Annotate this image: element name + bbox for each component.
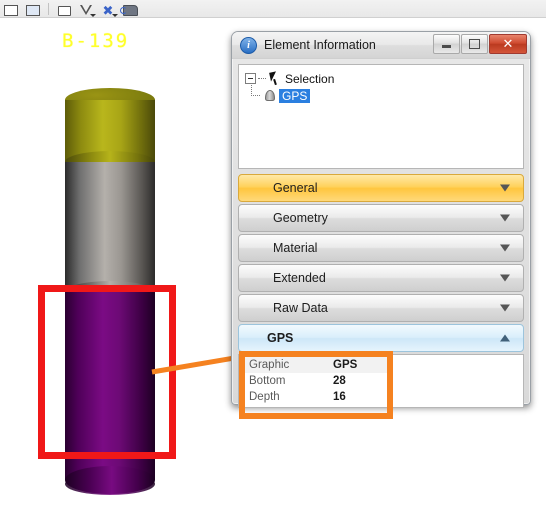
property-accordion: General Geometry Material Extended Raw D… (238, 174, 524, 419)
tree-connector-vertical (251, 85, 260, 96)
camera-view-icon[interactable] (119, 0, 141, 17)
box-select-icon[interactable] (53, 0, 75, 17)
property-value: 16 (333, 391, 346, 403)
property-value: 28 (333, 375, 346, 387)
accordion-label-gps: GPS (267, 331, 294, 345)
gray-segment[interactable] (65, 162, 155, 303)
top-toolbar: ✖ (0, 0, 546, 18)
accordion-section-raw-data[interactable]: Raw Data (238, 294, 524, 322)
dialog-titlebar[interactable]: i Element Information ✕ (232, 32, 530, 59)
tree-connector (258, 77, 266, 80)
tools-cross-icon[interactable]: ✖ (97, 0, 119, 18)
dialog-title: Element Information (264, 38, 376, 52)
minimize-button[interactable] (433, 34, 460, 54)
tree-row-root[interactable]: Selection (245, 70, 517, 87)
accordion-section-material[interactable]: Material (238, 234, 524, 262)
property-key: Graphic (249, 359, 290, 371)
info-icon: i (240, 36, 257, 54)
property-key: Bottom (249, 375, 286, 387)
maximize-button[interactable] (461, 34, 488, 54)
accordion-label-material: Material (273, 241, 318, 255)
table-row[interactable]: Bottom 28 (243, 373, 391, 389)
gray-segment-body (65, 162, 155, 292)
image-icon[interactable] (22, 0, 44, 17)
table-row[interactable]: Depth 16 (243, 389, 391, 405)
accordion-section-extended[interactable]: Extended (238, 264, 524, 292)
tree-row-gps[interactable]: GPS (264, 87, 517, 104)
chevron-down-icon[interactable] (500, 304, 511, 312)
cursor-icon (269, 72, 280, 85)
property-key: Depth (249, 391, 280, 403)
selection-tree[interactable]: Selection GPS (238, 64, 524, 169)
accordion-label-raw-data: Raw Data (273, 301, 328, 315)
filter-funnel-icon[interactable] (75, 0, 97, 17)
toolbar-separator (48, 3, 49, 15)
accordion-section-general[interactable]: General (238, 174, 524, 202)
purple-segment-base (65, 466, 155, 494)
chevron-up-icon[interactable] (500, 334, 511, 342)
accordion-label-extended: Extended (273, 271, 326, 285)
accordion-label-general: General (273, 181, 318, 195)
chevron-down-icon[interactable] (500, 214, 511, 222)
chevron-down-icon[interactable] (500, 274, 511, 282)
tree-root-label: Selection (285, 71, 335, 86)
close-icon[interactable]: ✕ (489, 34, 527, 54)
gps-panel-wrapper: Graphic GPS Bottom 28 Depth 16 (238, 351, 524, 419)
chevron-down-icon[interactable] (500, 244, 511, 252)
cone-object-icon (264, 89, 275, 102)
property-value: GPS (333, 359, 358, 371)
gps-properties-table: Graphic GPS Bottom 28 Depth 16 (243, 357, 391, 405)
accordion-section-gps[interactable]: GPS (238, 324, 524, 352)
tree-item-gps-label: GPS (279, 88, 311, 103)
window-icon[interactable] (0, 0, 22, 17)
dialog-body: Selection GPS General Geometry Material (232, 59, 530, 419)
table-row[interactable]: Graphic GPS (243, 357, 391, 373)
olive-segment[interactable] (65, 100, 155, 173)
accordion-label-geometry: Geometry (273, 211, 328, 225)
accordion-section-geometry[interactable]: Geometry (238, 204, 524, 232)
gps-properties-panel: Graphic GPS Bottom 28 Depth 16 (238, 351, 524, 419)
chevron-down-icon[interactable] (500, 184, 511, 192)
collapse-icon[interactable] (245, 73, 256, 84)
element-information-dialog[interactable]: i Element Information ✕ Selection GPS Ge… (231, 31, 531, 419)
window-controls: ✕ (433, 34, 527, 54)
borehole-label: B-139 (62, 30, 130, 52)
